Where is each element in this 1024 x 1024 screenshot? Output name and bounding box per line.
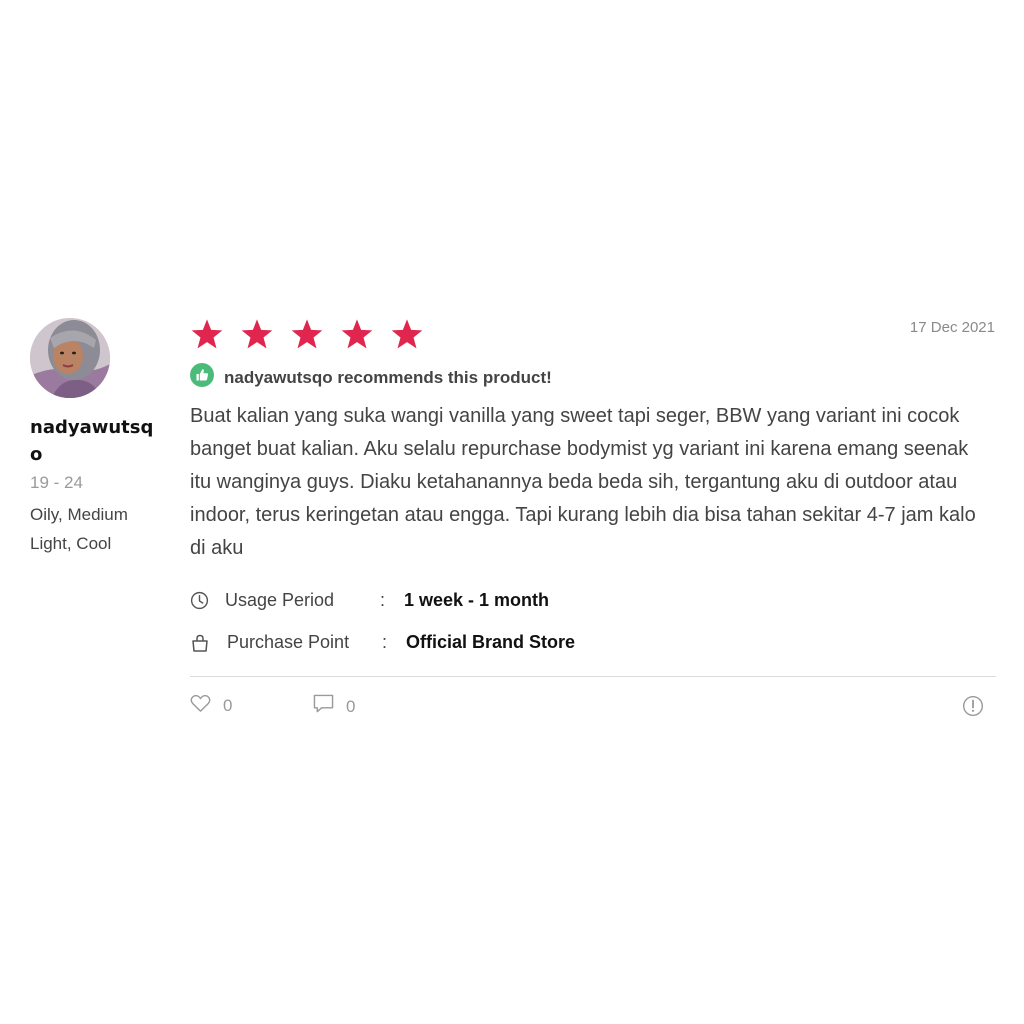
star-icon <box>241 319 273 349</box>
star-rating <box>190 318 424 351</box>
comment-count: 0 <box>346 696 356 716</box>
like-count: 0 <box>223 696 233 715</box>
usage-period-label: Usage Period <box>225 590 335 610</box>
usage-period-separator: : <box>380 590 386 610</box>
purchase-point-label: Purchase Point <box>227 632 350 652</box>
thumbs-up-icon <box>190 363 214 392</box>
recommendation-text: nadyawutsqo recommends this product! <box>224 367 552 387</box>
avatar[interactable] <box>30 318 110 398</box>
star-icon <box>341 319 373 349</box>
avatar-image <box>30 318 110 398</box>
heart-icon <box>190 694 211 718</box>
clock-icon <box>190 591 210 610</box>
star-icon <box>291 319 323 349</box>
reviewer-skin-profile: Oily, Medium Light, Cool <box>30 505 128 553</box>
review-card: nadyawutsqo 19 - 24 Oily, Medium Light, … <box>0 0 1024 1024</box>
purchase-point-value: Official Brand Store <box>406 632 576 652</box>
review-date: 17 Dec 2021 <box>909 319 995 336</box>
reviewer-age-range: 19 - 24 <box>30 473 83 492</box>
report-icon <box>962 695 984 721</box>
like-button[interactable]: 0 <box>190 694 232 718</box>
report-button[interactable] <box>962 695 984 722</box>
comment-button[interactable]: 0 <box>313 694 355 719</box>
comment-icon <box>313 694 334 719</box>
purchase-point-row: Purchase Point : Official Brand Store <box>190 632 575 653</box>
divider <box>190 676 996 677</box>
review-body: Buat kalian yang suka wangi vanilla yang… <box>190 405 976 559</box>
usage-period-value: 1 week - 1 month <box>404 590 550 610</box>
recommendation: nadyawutsqo recommends this product! <box>190 363 552 392</box>
usage-period-row: Usage Period : 1 week - 1 month <box>190 590 549 611</box>
reviewer-username[interactable]: nadyawutsqo <box>30 414 155 468</box>
star-icon <box>191 319 223 349</box>
purchase-point-separator: : <box>382 632 388 652</box>
shopping-bag-icon <box>190 633 210 653</box>
star-icon <box>391 319 423 349</box>
